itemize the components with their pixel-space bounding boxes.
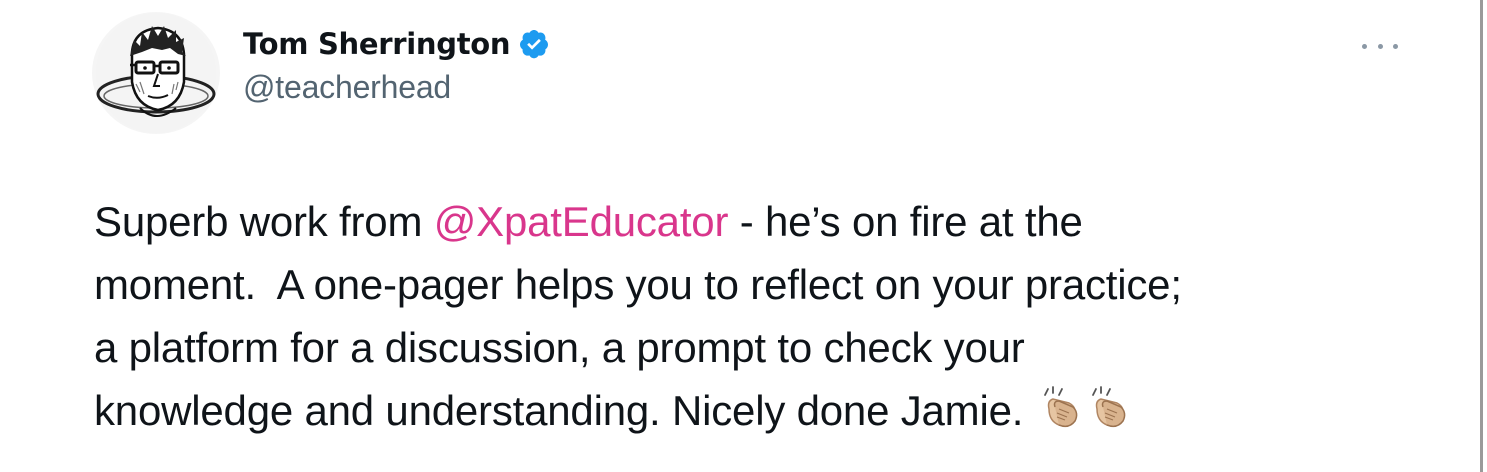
more-dot: [1362, 43, 1367, 49]
tweet-text-segment: - he’s on fire at the: [728, 198, 1083, 245]
tweet-text-line-1: Superb work from @XpatEducator - he’s on…: [94, 190, 1394, 253]
tweet-text-line-4: knowledge and understanding. Nicely done…: [94, 379, 1394, 442]
author-display-name[interactable]: Tom Sherrington: [243, 27, 511, 61]
author-handle[interactable]: @teacherhead: [243, 69, 550, 106]
clapping-hands-icon: [1039, 385, 1085, 431]
mention-link[interactable]: @XpatEducator: [434, 198, 729, 245]
tweet-author: Tom Sherrington @teacherhead: [243, 22, 550, 106]
tweet-text-segment: Superb work from: [94, 198, 434, 245]
more-dot: [1393, 43, 1398, 49]
tweet-text-line-3: a platform for a discussion, a prompt to…: [94, 324, 1025, 371]
tweet-text: Superb work from @XpatEducator - he’s on…: [94, 190, 1394, 442]
cartoon-portrait-avatar: [96, 13, 216, 133]
clapping-hands-icon: [1087, 385, 1133, 431]
avatar[interactable]: [92, 12, 220, 134]
window-edge-divider: [1480, 0, 1483, 472]
tweet-text-segment: knowledge and understanding. Nicely done…: [94, 387, 1035, 434]
author-name-row: Tom Sherrington: [243, 22, 550, 66]
more-options-icon[interactable]: [1362, 36, 1398, 56]
verified-badge-icon: [518, 28, 550, 60]
tweet-text-line-2: moment. A one-pager helps you to reflect…: [94, 261, 1182, 308]
more-dot: [1377, 43, 1383, 49]
